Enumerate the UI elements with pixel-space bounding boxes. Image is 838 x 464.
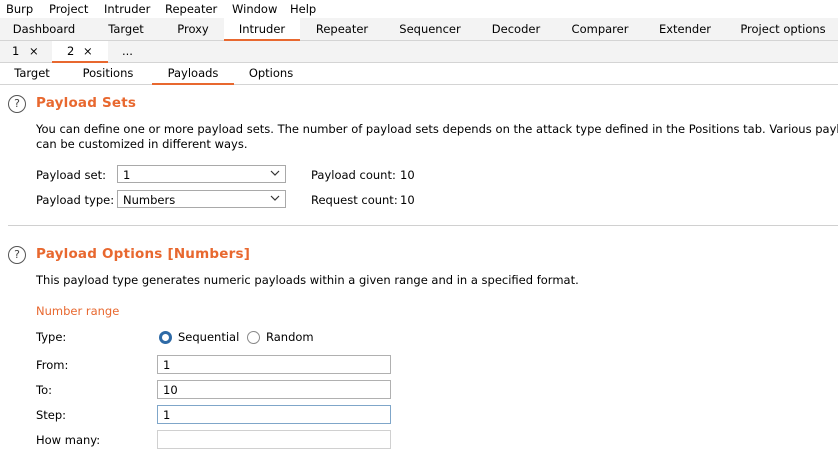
how-many-label: How many:: [36, 433, 101, 447]
chevron-down-icon: [270, 170, 280, 176]
new-tab-icon: ...: [122, 44, 133, 58]
payload-count-label: Payload count:: [311, 168, 396, 182]
tab-decoder[interactable]: Decoder: [478, 18, 554, 40]
attack-tab-label: 1: [12, 44, 20, 58]
tab-project-options[interactable]: Project options: [728, 18, 838, 40]
payload-options-title: Payload Options [Numbers]: [36, 246, 251, 262]
menu-repeater[interactable]: Repeater: [165, 2, 217, 16]
payload-sets-description-line1: You can define one or more payload sets.…: [36, 122, 838, 136]
subtab-options[interactable]: Options: [236, 63, 306, 84]
attack-tab-1[interactable]: 1 ×: [0, 41, 52, 62]
to-value: 10: [163, 383, 178, 397]
section-divider: [8, 225, 838, 226]
random-radio[interactable]: [247, 331, 260, 344]
attack-tab-label: 2: [67, 44, 75, 58]
tab-dashboard[interactable]: Dashboard: [0, 18, 88, 40]
from-field[interactable]: 1: [157, 355, 391, 374]
tab-intruder[interactable]: Intruder: [224, 18, 300, 41]
menu-window[interactable]: Window: [232, 2, 277, 16]
help-icon[interactable]: ?: [8, 246, 26, 264]
to-label: To:: [36, 383, 52, 397]
tab-sequencer[interactable]: Sequencer: [382, 18, 478, 40]
tab-extender[interactable]: Extender: [646, 18, 724, 40]
tab-repeater[interactable]: Repeater: [302, 18, 382, 40]
subtab-positions[interactable]: Positions: [70, 63, 146, 84]
number-type-label: Type:: [36, 330, 67, 344]
payload-type-label: Payload type:: [36, 193, 115, 207]
to-field[interactable]: 10: [157, 380, 391, 399]
menu-bar: Burp Project Intruder Repeater Window He…: [0, 0, 838, 18]
payload-set-value: 1: [123, 168, 131, 182]
payload-sets-description-line2: can be customized in different ways.: [36, 137, 248, 151]
sub-tab-bar: Target Positions Payloads Options: [0, 63, 838, 85]
from-label: From:: [36, 358, 69, 372]
menu-burp[interactable]: Burp: [6, 2, 33, 16]
menu-help[interactable]: Help: [290, 2, 316, 16]
tab-proxy[interactable]: Proxy: [164, 18, 222, 40]
payload-sets-title: Payload Sets: [36, 95, 137, 111]
subtab-target[interactable]: Target: [0, 63, 64, 84]
payload-options-description: This payload type generates numeric payl…: [36, 273, 579, 287]
attack-tab-2[interactable]: 2 ×: [52, 41, 108, 63]
close-icon[interactable]: ×: [83, 41, 93, 62]
payload-count-value: 10: [400, 168, 415, 182]
step-value: 1: [163, 408, 171, 422]
attack-tab-new[interactable]: ...: [110, 41, 148, 62]
step-label: Step:: [36, 408, 67, 422]
request-count-value: 10: [400, 193, 415, 207]
sequential-radio[interactable]: [159, 331, 172, 344]
sequential-radio-label[interactable]: Sequential: [178, 330, 239, 344]
how-many-field[interactable]: [157, 430, 391, 449]
tab-comparer[interactable]: Comparer: [554, 18, 646, 40]
help-icon[interactable]: ?: [8, 95, 26, 113]
main-tab-bar: Dashboard Target Proxy Intruder Repeater…: [0, 18, 838, 41]
payload-set-label: Payload set:: [36, 168, 106, 182]
step-field[interactable]: 1: [157, 405, 391, 424]
menu-project[interactable]: Project: [49, 2, 88, 16]
request-count-label: Request count:: [311, 193, 398, 207]
number-range-heading: Number range: [36, 304, 120, 318]
payload-set-select[interactable]: 1: [117, 165, 286, 183]
from-value: 1: [163, 358, 171, 372]
payload-type-value: Numbers: [123, 193, 176, 207]
menu-intruder[interactable]: Intruder: [104, 2, 150, 16]
tab-target[interactable]: Target: [88, 18, 164, 40]
subtab-payloads[interactable]: Payloads: [152, 63, 234, 85]
random-radio-label[interactable]: Random: [266, 330, 314, 344]
chevron-down-icon: [270, 195, 280, 201]
close-icon[interactable]: ×: [29, 41, 39, 62]
payload-type-select[interactable]: Numbers: [117, 190, 286, 208]
attack-tab-bar: 1 × 2 × ...: [0, 41, 838, 63]
